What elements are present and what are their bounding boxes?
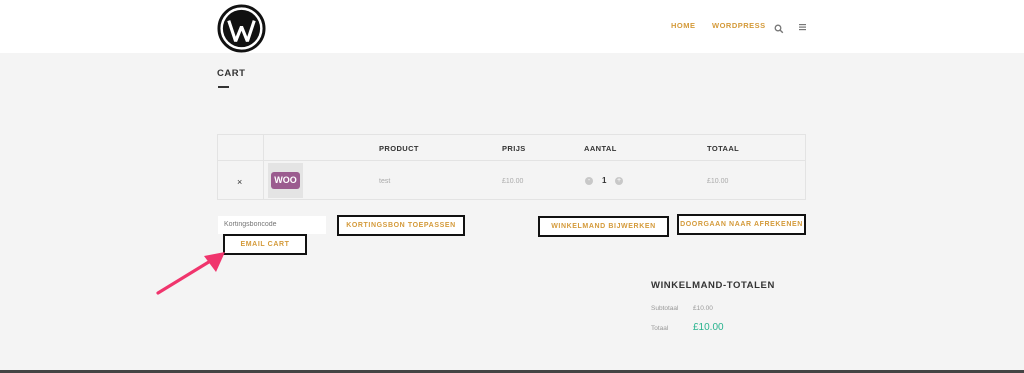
email-cart-button[interactable]: EMAIL CART (223, 234, 307, 255)
column-divider (263, 135, 264, 199)
qty-increase-button[interactable]: + (615, 177, 623, 185)
total-value: £10.00 (693, 322, 724, 333)
checkout-button[interactable]: DOORGAAN NAAR AFREKENEN (677, 214, 806, 235)
nav-home[interactable]: HOME (671, 21, 696, 30)
site-header: HOME WORDPRESS (0, 0, 1024, 53)
qty-value[interactable]: 1 (602, 176, 606, 185)
product-thumbnail[interactable]: WOO (268, 163, 303, 198)
menu-icon[interactable] (798, 22, 808, 32)
product-name[interactable]: test (379, 178, 390, 185)
header-quantity: AANTAL (584, 144, 617, 153)
nav-wordpress[interactable]: WORDPRESS (712, 21, 766, 30)
title-underline (218, 86, 229, 88)
header-price: PRIJS (502, 144, 526, 153)
total-label: Totaal (651, 325, 669, 332)
annotation-arrow-icon (156, 252, 225, 295)
woo-logo: WOO (271, 172, 300, 189)
update-cart-button[interactable]: WINKELMAND BIJWERKEN (538, 216, 669, 237)
cart-table: PRODUCT PRIJS AANTAL TOTAAL × WOO test £… (217, 134, 806, 200)
cart-totals-title: WINKELMAND-TOTALEN (651, 280, 775, 291)
header-total: TOTAAL (707, 144, 740, 153)
coupon-input[interactable] (218, 216, 326, 234)
subtotal-label: Subtotaal (651, 305, 679, 312)
search-icon[interactable] (774, 24, 784, 34)
wordpress-logo[interactable] (217, 4, 266, 53)
table-divider (218, 160, 805, 161)
apply-coupon-button[interactable]: KORTINGSBON TOEPASSEN (337, 215, 465, 236)
page-title: CART (217, 68, 246, 79)
product-price: £10.00 (502, 178, 524, 185)
qty-decrease-button[interactable]: - (585, 177, 593, 185)
remove-item-icon[interactable]: × (237, 177, 242, 187)
header-product: PRODUCT (379, 144, 419, 153)
product-total: £10.00 (707, 178, 729, 185)
subtotal-value: £10.00 (693, 305, 713, 312)
